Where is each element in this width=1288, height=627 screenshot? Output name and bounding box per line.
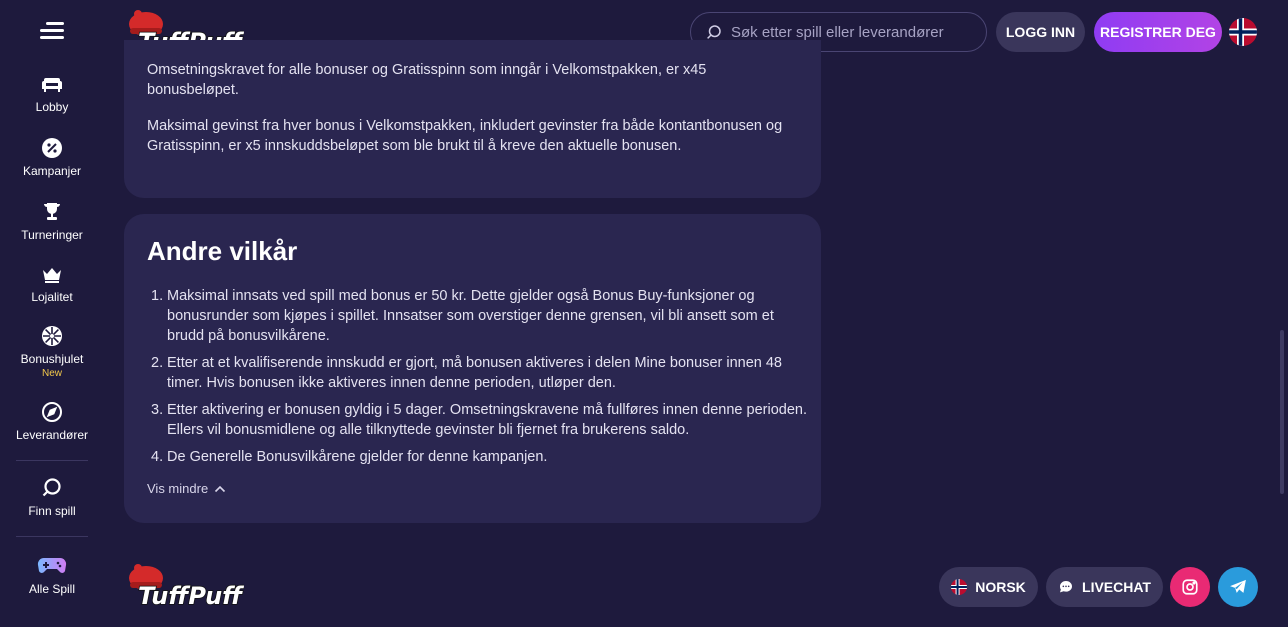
sidebar-item-label: Bonushjulet <box>20 352 84 366</box>
sidebar-divider <box>16 536 88 537</box>
sidebar-item-label: Finn spill <box>28 504 76 518</box>
livechat-label: LIVECHAT <box>1082 579 1151 595</box>
search-placeholder: Søk etter spill eller leverandører <box>731 23 944 41</box>
chat-icon <box>1060 581 1073 593</box>
chevron-up-icon <box>215 485 226 492</box>
sidebar-item-alle-spill[interactable]: Alle Spill <box>0 552 104 596</box>
sidebar-item-kampanjer[interactable]: Kampanjer <box>0 136 104 178</box>
login-button[interactable]: LOGG INN <box>996 12 1085 52</box>
show-less-label: Vis mindre <box>147 481 209 496</box>
other-terms-card: Andre vilkår 1. Maksimal innsats ved spil… <box>124 214 821 523</box>
max-win-paragraph: Maksimal gevinst fra hver bonus i Velkom… <box>147 118 783 154</box>
terms-list: 1. Maksimal innsats ved spill med bonus e… <box>147 286 807 474</box>
sidebar-divider <box>16 460 88 461</box>
menu-icon[interactable] <box>40 22 64 42</box>
wheel-icon <box>42 326 62 346</box>
norway-flag-icon <box>951 579 968 595</box>
list-item: 2. Etter at et kvalifiserende innskudd er… <box>151 355 782 391</box>
list-item-text: De Generelle Bonusvilkårene gjelder for … <box>167 449 548 465</box>
instagram-icon <box>1182 579 1198 595</box>
percent-badge-icon <box>42 138 62 158</box>
tuffpuff-footer-logo[interactable]: TuffPuff <box>124 562 244 610</box>
sidebar-item-turneringer[interactable]: Turneringer <box>0 200 104 242</box>
sidebar-item-label: Lobby <box>35 100 69 114</box>
compass-icon <box>42 402 62 422</box>
list-item: 4. De Generelle Bonusvilkårene gjelder fo… <box>151 449 548 465</box>
sidebar-item-bonushjulet[interactable]: Bonushjulet New <box>0 324 104 379</box>
sidebar: Lobby Kampanjer Turneringer Lojalitet Bo… <box>0 0 104 627</box>
search-icon <box>42 478 61 497</box>
sidebar-item-lobby[interactable]: Lobby <box>0 72 104 114</box>
list-item-text: Etter at et kvalifiserende innskudd er g… <box>167 355 782 391</box>
show-less-link[interactable]: Vis mindre <box>147 481 226 496</box>
telegram-button[interactable] <box>1218 567 1258 607</box>
sidebar-item-label: Turneringer <box>21 228 83 242</box>
sidebar-item-leverandorer[interactable]: Leverandører <box>0 400 104 442</box>
list-item: 3. Etter aktivering er bonusen gyldig i 5… <box>151 402 807 438</box>
telegram-icon <box>1230 579 1246 593</box>
section-title: Andre vilkår <box>147 236 298 266</box>
sidebar-item-label: Leverandører <box>15 428 89 442</box>
scrollbar[interactable] <box>1280 330 1284 494</box>
new-badge: New <box>41 368 62 379</box>
sidebar-item-label: Kampanjer <box>22 164 82 178</box>
search-icon <box>707 25 721 39</box>
language-button[interactable]: NORSK <box>939 567 1038 607</box>
language-label: NORSK <box>975 579 1026 595</box>
wagering-paragraph: Omsetningskravet for alle bonuser og Gra… <box>147 62 707 98</box>
list-item: 1. Maksimal innsats ved spill med bonus e… <box>151 288 774 344</box>
gamepad-icon <box>37 557 67 573</box>
register-button[interactable]: REGISTRER DEG <box>1094 12 1222 52</box>
svg-text:TuffPuff: TuffPuff <box>138 582 244 610</box>
sidebar-item-finn-spill[interactable]: Finn spill <box>0 476 104 518</box>
welcome-terms-card: Omsetningskravet for alle bonuser og Gra… <box>124 40 821 198</box>
sidebar-item-lojalitet[interactable]: Lojalitet <box>0 262 104 304</box>
list-item-text: Maksimal innsats ved spill med bonus er … <box>167 288 774 344</box>
instagram-button[interactable] <box>1170 567 1210 607</box>
armchair-icon <box>42 78 62 92</box>
crown-icon <box>43 268 61 283</box>
norway-flag-icon[interactable] <box>1229 18 1257 46</box>
sidebar-item-label: Lojalitet <box>31 290 73 304</box>
trophy-icon <box>44 203 60 220</box>
sidebar-item-label: Alle Spill <box>28 582 76 596</box>
livechat-button[interactable]: LIVECHAT <box>1046 567 1163 607</box>
list-item-text: Etter aktivering er bonusen gyldig i 5 d… <box>167 402 807 438</box>
